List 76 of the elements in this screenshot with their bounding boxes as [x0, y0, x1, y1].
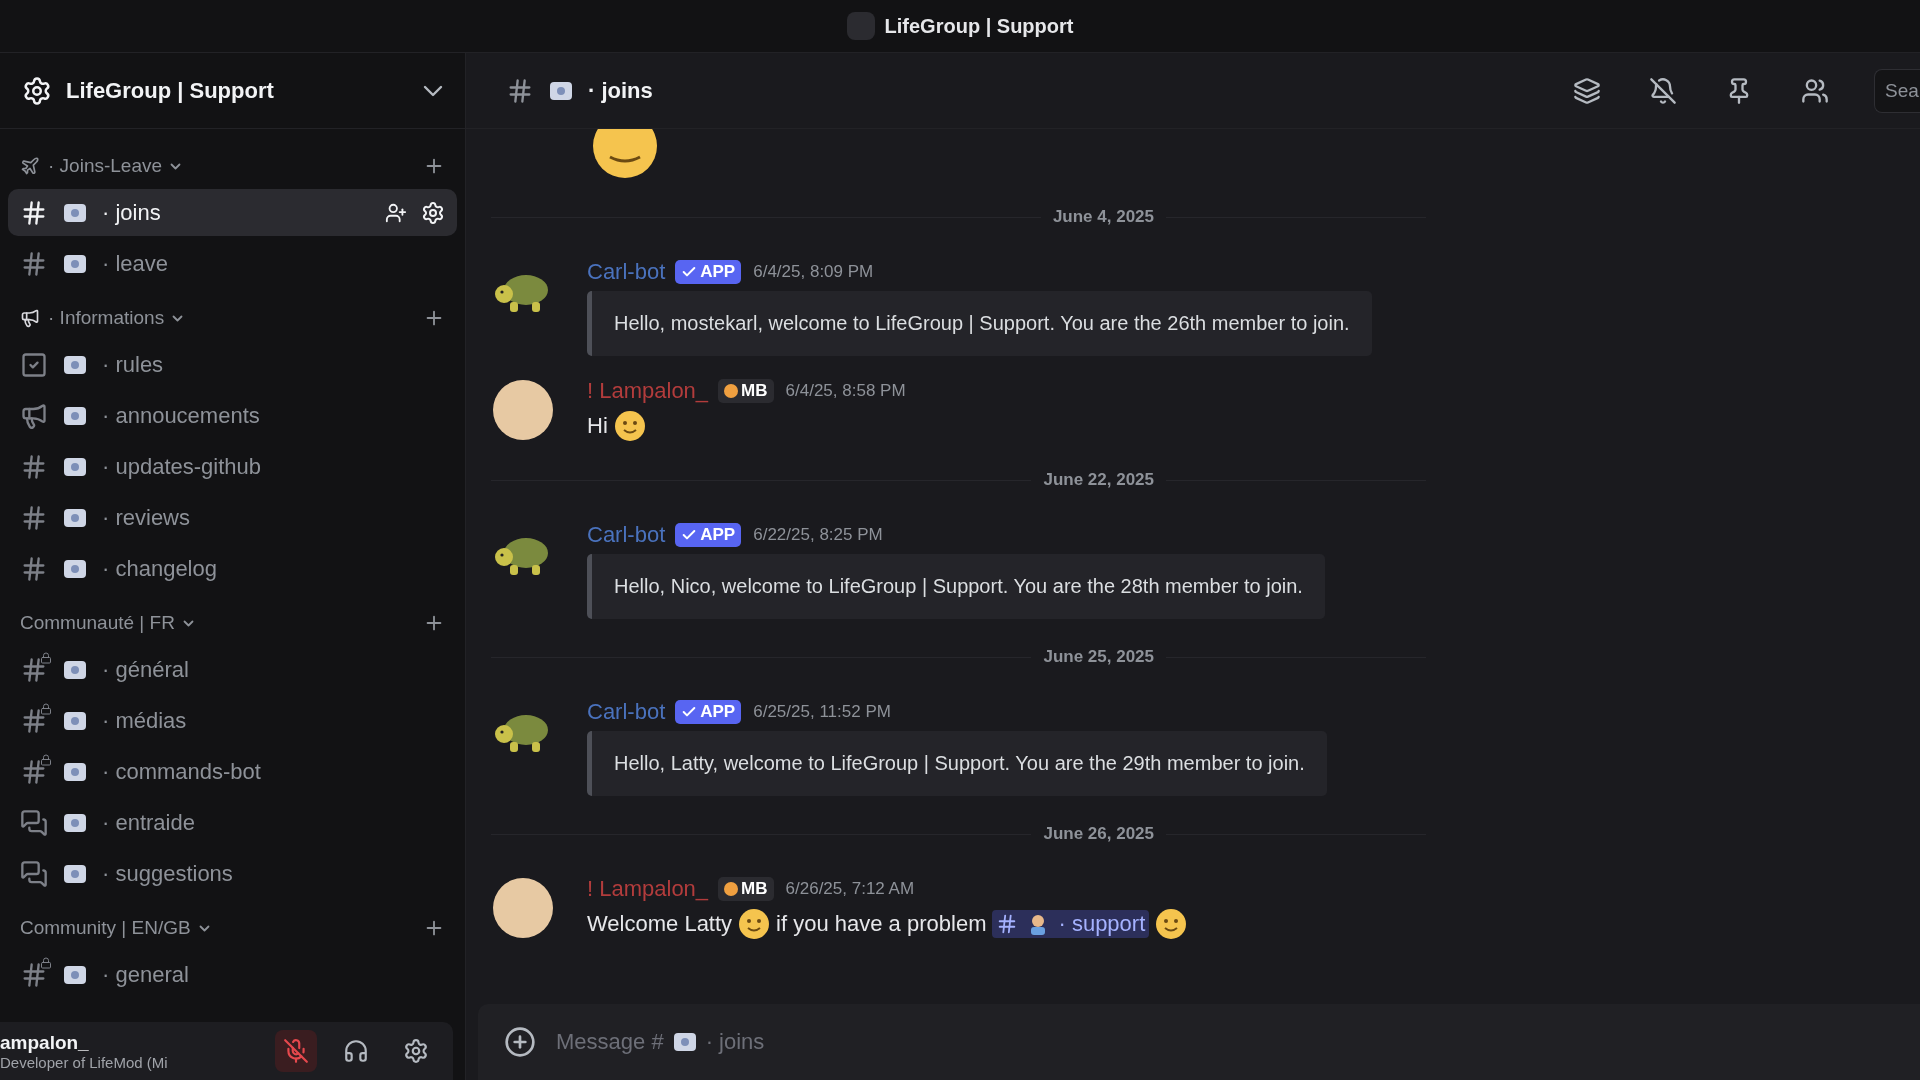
message-text: Welcome Latty — [587, 911, 733, 937]
channel-mention[interactable]: · support — [992, 910, 1150, 938]
author-name[interactable]: Carl-bot — [587, 522, 666, 548]
channel-item[interactable]: · rules — [8, 341, 457, 388]
headphones-icon — [343, 1038, 369, 1064]
embed-message: Hello, Latty, welcome to LifeGroup | Support. You are the 29th member to join. — [587, 731, 1327, 796]
category-label[interactable]: · Informations — [48, 307, 165, 329]
emoji-icon — [613, 410, 646, 442]
attach-button[interactable] — [504, 1026, 536, 1058]
airplane-icon — [20, 156, 40, 176]
timestamp: 6/4/25, 8:09 PM — [753, 262, 874, 282]
channel-item[interactable]: · changelog — [8, 545, 457, 592]
checkbox-icon — [20, 350, 48, 379]
channel-item[interactable]: · entraide — [8, 799, 457, 846]
channel-item[interactable]: · reviews — [8, 494, 457, 541]
author-name[interactable]: Carl-bot — [587, 699, 666, 725]
search-field[interactable]: Sea — [1874, 68, 1920, 113]
megaphone-icon — [20, 308, 40, 328]
chat-bubbles-icon — [20, 859, 48, 888]
chevron-icon — [170, 162, 182, 170]
mic-off-icon — [283, 1038, 309, 1064]
megaphone-icon — [20, 401, 48, 430]
role-tag: MB — [718, 877, 774, 901]
timestamp: 6/26/25, 7:12 AM — [785, 879, 915, 899]
emoji-icon — [1155, 908, 1188, 940]
date-divider: June 26, 2025 — [1043, 824, 1154, 844]
role-tag: MB — [718, 379, 774, 403]
date-divider: June 25, 2025 — [1043, 647, 1154, 667]
channel-item[interactable]: · suggestions — [8, 850, 457, 897]
server-header[interactable]: LifeGroup | Support — [0, 52, 465, 129]
settings-icon — [403, 1038, 429, 1064]
emoji-icon — [592, 129, 658, 179]
message-text: Hi — [587, 413, 608, 439]
embed-message: Hello, mostekarl, welcome to LifeGroup | Support. You are the 26th member to join. — [587, 291, 1372, 356]
chevron-icon — [198, 924, 210, 932]
app-tag: APP — [675, 523, 742, 547]
channel-item[interactable]: · commands-bot — [8, 748, 457, 795]
app-tag: APP — [675, 700, 742, 724]
chevron-icon — [423, 84, 443, 97]
message-field[interactable]: Message # · joins — [556, 1029, 1920, 1055]
user-name: ampalon_ — [0, 1031, 90, 1054]
mute-button[interactable] — [275, 1030, 317, 1072]
window-title: LifeGroup | Support — [884, 14, 1074, 38]
author-name[interactable]: Carl-bot — [587, 259, 666, 285]
channel-item[interactable]: · médias — [8, 697, 457, 744]
timestamp: 6/4/25, 8:58 PM — [785, 381, 906, 401]
server-badge-icon — [22, 75, 52, 106]
author-name[interactable]: ! Lampalon_ — [587, 378, 709, 404]
channel-item[interactable]: · annoucements — [8, 392, 457, 439]
embed-message: Hello, Nico, welcome to LifeGroup | Support. You are the 28th member to join. — [587, 554, 1325, 619]
app-tag: APP — [675, 260, 742, 284]
author-name[interactable]: ! Lampalon_ — [587, 876, 709, 902]
avatar[interactable] — [493, 878, 553, 938]
invite-icon[interactable] — [385, 201, 407, 224]
settings-icon[interactable] — [421, 200, 445, 225]
category-label[interactable]: · Joins-Leave — [48, 155, 163, 177]
server-icon — [846, 12, 875, 40]
chevron-icon — [182, 619, 194, 627]
channel-item[interactable]: · general — [8, 951, 457, 998]
channel-item[interactable]: · leave — [8, 240, 457, 287]
channel-item[interactable]: · joins — [8, 189, 457, 236]
user-status: Developer of LifeMod (Mi — [0, 1053, 169, 1071]
message-text: if you have a problem — [776, 911, 987, 937]
timestamp: 6/22/25, 8:25 PM — [753, 525, 883, 545]
channel-item[interactable]: · général — [8, 646, 457, 693]
emoji-icon — [738, 908, 771, 940]
timestamp: 6/25/25, 11:52 PM — [753, 702, 891, 722]
category-label[interactable]: Communauté | FR — [20, 612, 175, 634]
channel-title: · joins — [588, 77, 653, 104]
chat-bubbles-icon — [20, 808, 48, 837]
chevron-icon — [172, 314, 184, 322]
date-divider: June 4, 2025 — [1052, 207, 1154, 227]
date-divider: June 22, 2025 — [1043, 470, 1154, 490]
channel-item[interactable]: · updates-github — [8, 443, 457, 490]
avatar[interactable] — [493, 380, 553, 440]
category-label[interactable]: Community | EN/GB — [20, 917, 191, 939]
